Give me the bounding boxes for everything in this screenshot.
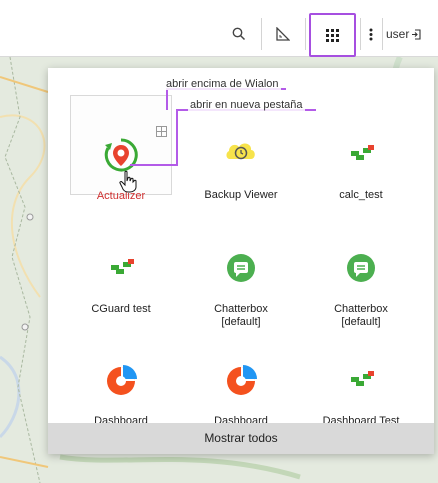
app-tile-chatterbox[interactable]: Chatterbox [default] xyxy=(310,209,412,328)
app-tile-chatterbox[interactable]: Chatterbox [default] xyxy=(190,209,292,328)
apps-grid: Actualizer Backup Viewer calc_test CGuar… xyxy=(48,68,434,423)
chatterbox-icon xyxy=(347,254,375,282)
ruler-button[interactable] xyxy=(266,18,300,50)
toolbar-divider xyxy=(305,18,306,50)
top-toolbar: user xyxy=(0,0,438,57)
toolbar-divider xyxy=(261,18,262,50)
app-label: Backup Viewer xyxy=(204,189,278,201)
annotation-line xyxy=(176,109,178,165)
dashboard-icon xyxy=(107,365,137,395)
annotation-line xyxy=(130,164,178,166)
search-button[interactable] xyxy=(222,18,256,50)
app-tile-calc-test[interactable]: calc_test xyxy=(310,95,412,201)
annotation-open-new-tab: abrir en nueva pestaña xyxy=(188,99,305,111)
open-new-tab-icon[interactable] xyxy=(156,126,167,137)
app-tile-dashboard-test[interactable]: Dashboard Test xyxy=(310,321,412,423)
app-label: Dashboard Test xyxy=(322,415,400,423)
dashboard-test-icon xyxy=(351,371,374,386)
apps-dropdown: Actualizer Backup Viewer calc_test CGuar… xyxy=(48,68,434,454)
app-label: CGuard test xyxy=(91,303,151,315)
app-tile-dashboard[interactable]: Dashboard xyxy=(70,321,172,423)
hand-cursor-icon xyxy=(119,170,137,193)
actualizer-icon xyxy=(104,138,138,172)
app-tile-actualizer[interactable]: Actualizer xyxy=(70,95,172,202)
apps-grid-icon xyxy=(326,28,339,42)
more-menu-button[interactable] xyxy=(362,18,380,50)
app-label: Dashboard xyxy=(94,415,148,423)
toolbar-divider xyxy=(382,18,383,50)
backup-viewer-icon xyxy=(226,143,255,160)
app-tile-cguard-test[interactable]: CGuard test xyxy=(70,209,172,315)
toolbar-divider xyxy=(360,18,361,50)
annotation-open-over: abrir encima de Wialon xyxy=(164,78,281,90)
chatterbox-icon xyxy=(227,254,255,282)
calc-test-icon xyxy=(351,145,374,160)
logout-icon[interactable] xyxy=(411,28,421,40)
annotation-line xyxy=(166,88,168,110)
user-menu[interactable]: user xyxy=(386,18,438,50)
app-label: calc_test xyxy=(339,189,383,201)
apps-button[interactable] xyxy=(309,13,356,57)
cguard-icon xyxy=(111,259,134,274)
dashboard-icon xyxy=(227,365,257,395)
app-label: Dashboard [default] xyxy=(214,415,268,423)
app-tile-dashboard[interactable]: Dashboard [default] xyxy=(190,321,292,423)
search-icon xyxy=(232,27,246,41)
show-all-button[interactable]: Mostrar todos xyxy=(48,423,434,454)
user-name: user xyxy=(386,27,410,41)
more-vertical-icon xyxy=(369,28,373,40)
ruler-icon xyxy=(276,27,290,41)
